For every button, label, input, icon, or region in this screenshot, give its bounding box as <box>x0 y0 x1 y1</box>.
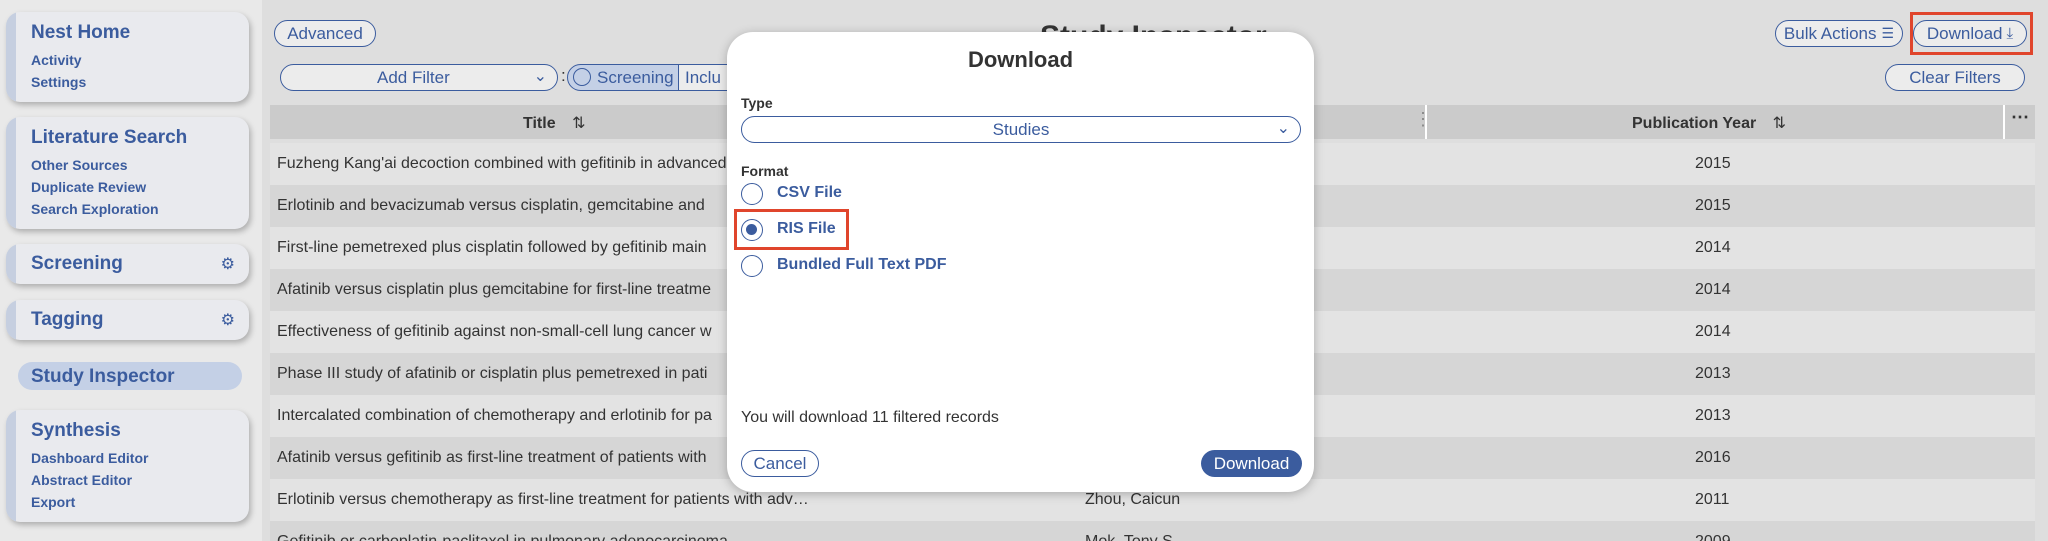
column-header-title[interactable]: Title ⇅ <box>523 113 585 133</box>
row-author: Mok, Tony S. <box>1085 533 1177 541</box>
nav-export[interactable]: Export <box>31 494 75 510</box>
confirm-download-button[interactable]: Download <box>1201 450 1302 477</box>
clear-filters-button[interactable]: Clear Filters <box>1885 64 2025 91</box>
nav-tagging[interactable]: Tagging <box>31 309 103 331</box>
filter-colon: : <box>561 66 566 85</box>
format-option-label: CSV File <box>777 184 842 201</box>
table-row[interactable]: Gefitinib or carboplatin-paclitaxel in p… <box>270 521 2035 541</box>
radio-button[interactable] <box>741 255 763 277</box>
sidebar: Nest Home Activity Settings Literature S… <box>0 0 262 541</box>
row-title: Afatinib versus cisplatin plus gemcitabi… <box>277 281 711 298</box>
cancel-button[interactable]: Cancel <box>741 450 819 477</box>
row-year: 2014 <box>1695 323 1731 340</box>
add-filter-label: Add Filter <box>377 68 450 87</box>
nav-settings[interactable]: Settings <box>31 74 86 90</box>
nest-home-card: Nest Home Activity Settings <box>6 12 249 102</box>
download-dialog: Download Type Studies ⌄ Format CSV File … <box>727 32 1314 492</box>
column-divider <box>2003 105 2005 139</box>
table-options-icon[interactable]: ⋯ <box>2011 107 2029 128</box>
column-menu-icon[interactable]: ⋮ <box>1414 109 1432 130</box>
radio-button[interactable] <box>741 183 763 205</box>
row-year: 2009 <box>1695 533 1731 541</box>
column-year-label: Publication Year <box>1632 115 1757 132</box>
row-title: Afatinib versus gefitinib as first-line … <box>277 449 707 466</box>
row-title: Erlotinib versus chemotherapy as first-l… <box>277 491 809 508</box>
nav-study-inspector[interactable]: Study Inspector <box>18 362 242 390</box>
nav-other-sources[interactable]: Other Sources <box>31 157 127 173</box>
radio-icon <box>573 68 591 86</box>
row-title: Fuzheng Kang'ai decoction combined with … <box>277 155 727 172</box>
row-year: 2011 <box>1695 491 1730 508</box>
sort-icon[interactable]: ⇅ <box>572 115 585 132</box>
bulk-actions-label: Bulk Actions <box>1783 23 1877 43</box>
screening-card: Screening ⚙ <box>6 244 249 284</box>
row-year: 2014 <box>1695 239 1731 256</box>
tagging-card: Tagging ⚙ <box>6 300 249 340</box>
column-title-label: Title <box>523 115 556 132</box>
row-year: 2016 <box>1695 449 1731 466</box>
row-title: Phase III study of afatinib or cisplatin… <box>277 365 708 382</box>
included-toggle-label: Inclu <box>685 68 721 87</box>
row-year: 2013 <box>1695 365 1731 382</box>
nav-search-exploration[interactable]: Search Exploration <box>31 201 159 217</box>
screening-toggle[interactable]: Screening <box>567 64 679 91</box>
chevron-down-icon: ⌄ <box>1276 120 1290 137</box>
sort-icon[interactable]: ⇅ <box>1773 115 1786 132</box>
nav-literature-search[interactable]: Literature Search <box>31 127 187 149</box>
add-filter-select[interactable]: Add Filter ⌄ <box>280 64 558 91</box>
gear-icon[interactable]: ⚙ <box>221 254 235 274</box>
download-info-text: You will download 11 filtered records <box>741 409 999 426</box>
download-button-highlight <box>1910 12 2033 55</box>
synthesis-card: Synthesis Dashboard Editor Abstract Edit… <box>6 410 249 522</box>
ris-option-highlight <box>734 209 849 250</box>
row-year: 2015 <box>1695 155 1731 172</box>
nav-duplicate-review[interactable]: Duplicate Review <box>31 179 146 195</box>
screening-toggle-label: Screening <box>597 68 674 87</box>
gear-icon[interactable]: ⚙ <box>221 310 235 330</box>
advanced-button[interactable]: Advanced <box>274 20 376 47</box>
row-year: 2015 <box>1695 197 1731 214</box>
format-label: Format <box>741 163 789 179</box>
nav-synthesis[interactable]: Synthesis <box>31 420 121 442</box>
nav-nest-home[interactable]: Nest Home <box>31 22 130 44</box>
row-year: 2013 <box>1695 407 1731 424</box>
row-title: Gefitinib or carboplatin-paclitaxel in p… <box>277 533 728 541</box>
row-author: Zhou, Caicun <box>1085 491 1181 508</box>
nav-abstract-editor[interactable]: Abstract Editor <box>31 472 132 488</box>
type-select[interactable]: Studies ⌄ <box>741 116 1301 143</box>
nav-screening[interactable]: Screening <box>31 253 123 275</box>
row-title: Intercalated combination of chemotherapy… <box>277 407 712 424</box>
chevron-down-icon: ⌄ <box>533 68 547 85</box>
literature-search-card: Literature Search Other Sources Duplicat… <box>6 117 249 229</box>
column-divider <box>1425 105 1427 139</box>
checklist-icon: ☰ <box>1881 25 1895 41</box>
nav-study-inspector-label: Study Inspector <box>31 366 175 387</box>
nav-activity[interactable]: Activity <box>31 52 82 68</box>
column-header-year[interactable]: Publication Year ⇅ <box>1632 113 1786 133</box>
row-title: Effectiveness of gefitinib against non-s… <box>277 323 712 340</box>
type-select-value: Studies <box>992 120 1050 139</box>
dialog-title: Download <box>967 47 1074 72</box>
format-option-label: Bundled Full Text PDF <box>777 256 947 273</box>
row-title: First-line pemetrexed plus cisplatin fol… <box>277 239 707 256</box>
row-title: Erlotinib and bevacizumab versus cisplat… <box>277 197 705 214</box>
nav-dashboard-editor[interactable]: Dashboard Editor <box>31 450 148 466</box>
type-label: Type <box>741 95 773 111</box>
bulk-actions-button[interactable]: Bulk Actions ☰ <box>1775 20 1903 47</box>
row-year: 2014 <box>1695 281 1731 298</box>
